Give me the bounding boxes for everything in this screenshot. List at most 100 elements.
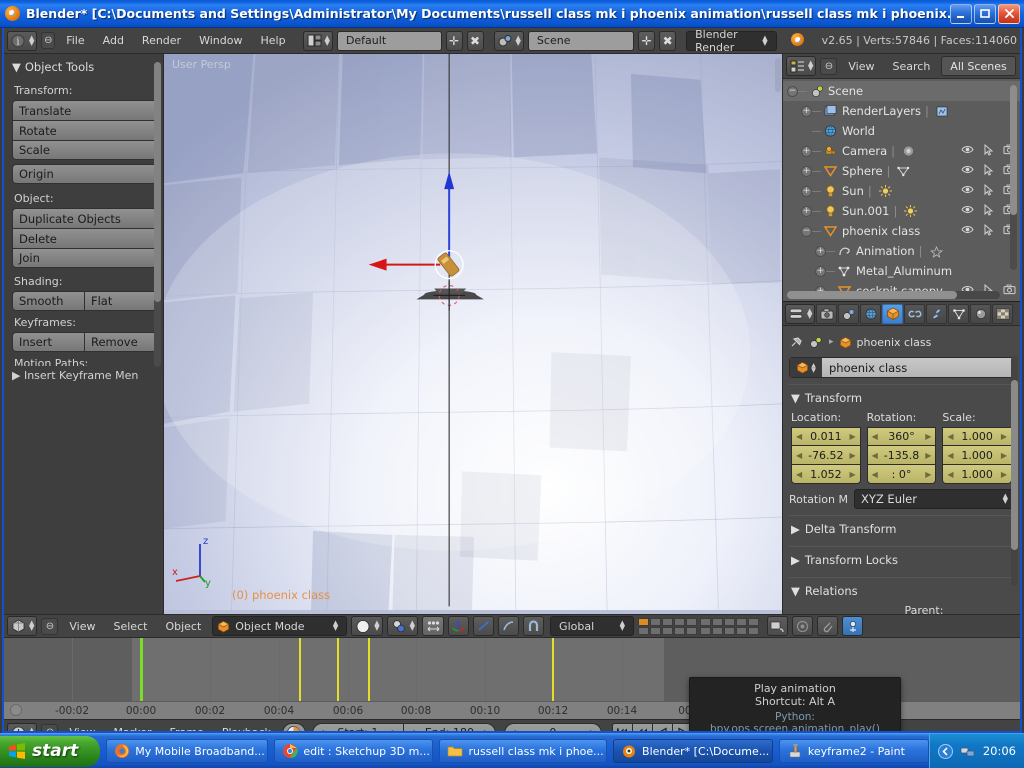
outliner-tree[interactable]: −Scene+RenderLayers|World+Camera|+Sphere… xyxy=(783,79,1020,301)
rotation-mode-dropdown[interactable]: XYZ Euler ▲▼ xyxy=(854,489,1014,509)
restrict-select-toggle[interactable] xyxy=(983,184,994,199)
outliner-collapse-button[interactable]: ⊖ xyxy=(820,58,837,75)
restrict-view-toggle[interactable] xyxy=(961,184,974,198)
end-frame-field[interactable]: ◀End: 180▶ xyxy=(404,723,496,734)
outliner-expander-icon[interactable]: + xyxy=(801,146,812,157)
relations-section-header[interactable]: ▼ Relations xyxy=(789,577,1014,602)
jump-to-start-button[interactable] xyxy=(612,723,632,734)
timeline-keyframe[interactable] xyxy=(299,638,301,701)
outliner-vertical-scrollbar[interactable] xyxy=(1010,85,1017,270)
snap-toggle-button[interactable] xyxy=(523,616,544,636)
interaction-mode-dropdown[interactable]: Object Mode ▲▼ xyxy=(212,616,347,636)
render-preview-button[interactable] xyxy=(767,616,788,636)
properties-tab-scene[interactable] xyxy=(838,304,859,324)
scene-layers[interactable] xyxy=(638,618,759,635)
outliner-row-data-icon[interactable] xyxy=(935,104,950,119)
editor-type-selector-outliner[interactable]: ▲▼ xyxy=(786,56,816,76)
rotation-x-field[interactable]: ◀360°▶ xyxy=(867,427,937,446)
outliner-row-sun[interactable]: +Sun| xyxy=(783,181,1020,201)
properties-tab-material[interactable] xyxy=(970,304,991,324)
editor-type-selector-info[interactable]: i ▲▼ xyxy=(7,31,37,51)
outliner-expander-icon[interactable]: − xyxy=(787,86,798,97)
outliner-row-data-icon[interactable] xyxy=(901,144,916,159)
3dview-menu-select[interactable]: Select xyxy=(107,616,155,636)
outliner-row-data-icon[interactable] xyxy=(896,164,911,179)
delta-transform-section-header[interactable]: ▶ Delta Transform xyxy=(789,515,1014,540)
timeline-collapse-button[interactable]: ⊖ xyxy=(41,724,58,733)
delete-screen-layout-button[interactable]: ✖ xyxy=(467,31,484,51)
location-z-field[interactable]: ◀1.052▶ xyxy=(791,465,861,484)
scale-z-field[interactable]: ◀1.000▶ xyxy=(942,465,1012,484)
taskbar-item-chrome[interactable]: edit : Sketchup 3D m... xyxy=(274,739,433,763)
network-icon[interactable] xyxy=(960,744,976,759)
outliner-expander-icon[interactable]: + xyxy=(801,186,812,197)
proportional-edit-button[interactable] xyxy=(792,616,813,636)
rotate-button[interactable]: Rotate xyxy=(12,120,157,140)
timeline-scroll-knob[interactable] xyxy=(10,704,22,716)
object-name-field[interactable]: ▲▼ phoenix class xyxy=(789,357,1014,378)
transform-section-header[interactable]: ▼ Transform xyxy=(789,384,1014,409)
properties-tab-world[interactable] xyxy=(860,304,881,324)
properties-tab-constraint[interactable] xyxy=(904,304,925,324)
restrict-view-toggle[interactable] xyxy=(961,164,974,178)
timeline-menu-playback[interactable]: Playback xyxy=(215,723,278,734)
outliner-row-data-icon[interactable] xyxy=(878,184,893,199)
screen-layout-icon-selector[interactable]: ▲▼ xyxy=(303,31,333,51)
menu-help[interactable]: Help xyxy=(253,31,292,51)
start-button[interactable]: start xyxy=(0,736,100,767)
outliner-expander-icon[interactable]: + xyxy=(801,106,812,117)
restrict-select-toggle[interactable] xyxy=(983,144,994,159)
rotation-y-field[interactable]: ◀-135.8▶ xyxy=(867,446,937,465)
transform-locks-section-header[interactable]: ▶ Transform Locks xyxy=(789,546,1014,571)
auto-keyframe-button[interactable] xyxy=(282,723,306,734)
properties-tab-object[interactable] xyxy=(882,304,903,324)
previous-keyframe-button[interactable] xyxy=(632,723,652,734)
properties-tab-render[interactable] xyxy=(816,304,837,324)
taskbar-item-firefox[interactable]: My Mobile Broadband... xyxy=(106,739,268,763)
origin-button[interactable]: Origin xyxy=(12,164,157,184)
editor-type-selector-properties[interactable]: ▲▼ xyxy=(785,304,815,324)
outliner-expander-icon[interactable]: + xyxy=(815,266,826,277)
outliner-expander-icon[interactable]: + xyxy=(801,166,812,177)
object-tools-panel-header[interactable]: ▼ Object Tools xyxy=(12,60,157,74)
scene-name-field[interactable]: Scene xyxy=(528,31,634,51)
viewport-shading-dropdown[interactable]: ▲▼ xyxy=(351,616,382,636)
outliner-expander-icon[interactable]: + xyxy=(801,206,812,217)
outliner-row-scene[interactable]: −Scene xyxy=(783,81,1020,101)
layer-group-bottom[interactable] xyxy=(700,618,759,635)
3d-viewport[interactable]: User Persp z x y (0) phoenix class xyxy=(164,54,782,614)
rotation-z-field[interactable]: ◀: 0°▶ xyxy=(867,465,937,484)
manipulator-translate-button[interactable] xyxy=(448,616,469,636)
3dview-collapse-button[interactable]: ⊖ xyxy=(41,618,58,635)
restrict-view-toggle[interactable] xyxy=(961,224,974,238)
scale-x-field[interactable]: ◀1.000▶ xyxy=(942,427,1012,446)
location-y-field[interactable]: ◀-76.52▶ xyxy=(791,446,861,465)
timeline-menu-frame[interactable]: Frame xyxy=(163,723,211,734)
start-frame-field[interactable]: ◀Start: 1▶ xyxy=(312,723,404,734)
delete-button[interactable]: Delete xyxy=(12,228,157,248)
collapse-menu-button[interactable]: ⊖ xyxy=(41,32,55,49)
editor-type-selector-3dview[interactable]: ▲▼ xyxy=(7,616,37,636)
timeline-keyframe[interactable] xyxy=(552,638,554,701)
3dview-menu-object[interactable]: Object xyxy=(158,616,208,636)
menu-render[interactable]: Render xyxy=(135,31,188,51)
screen-layout-field[interactable]: Default xyxy=(337,31,442,51)
outliner-row-phoenix-class[interactable]: −phoenix class xyxy=(783,221,1020,241)
menu-add[interactable]: Add xyxy=(96,31,131,51)
layer-group-top[interactable] xyxy=(638,618,697,635)
manipulator-scale-button[interactable] xyxy=(498,616,519,636)
editor-type-selector-timeline[interactable]: ▲▼ xyxy=(7,723,37,734)
timeline-menu-view[interactable]: View xyxy=(62,723,102,734)
menu-file[interactable]: File xyxy=(59,31,91,51)
restrict-select-toggle[interactable] xyxy=(983,164,994,179)
transform-orientation-dropdown[interactable]: Global ▲▼ xyxy=(550,616,634,636)
outliner-row-animation[interactable]: +Animation| xyxy=(783,241,1020,261)
properties-scrollbar[interactable] xyxy=(1011,356,1018,586)
timeline-keyframe[interactable] xyxy=(337,638,339,701)
scale-button[interactable]: Scale xyxy=(12,140,157,160)
timeline-playhead[interactable] xyxy=(140,638,143,701)
manipulator-rotate-button[interactable] xyxy=(473,616,494,636)
outliner-row-world[interactable]: World xyxy=(783,121,1020,141)
duplicate-objects-button[interactable]: Duplicate Objects xyxy=(12,208,157,228)
add-screen-layout-button[interactable]: ✛ xyxy=(446,31,463,51)
